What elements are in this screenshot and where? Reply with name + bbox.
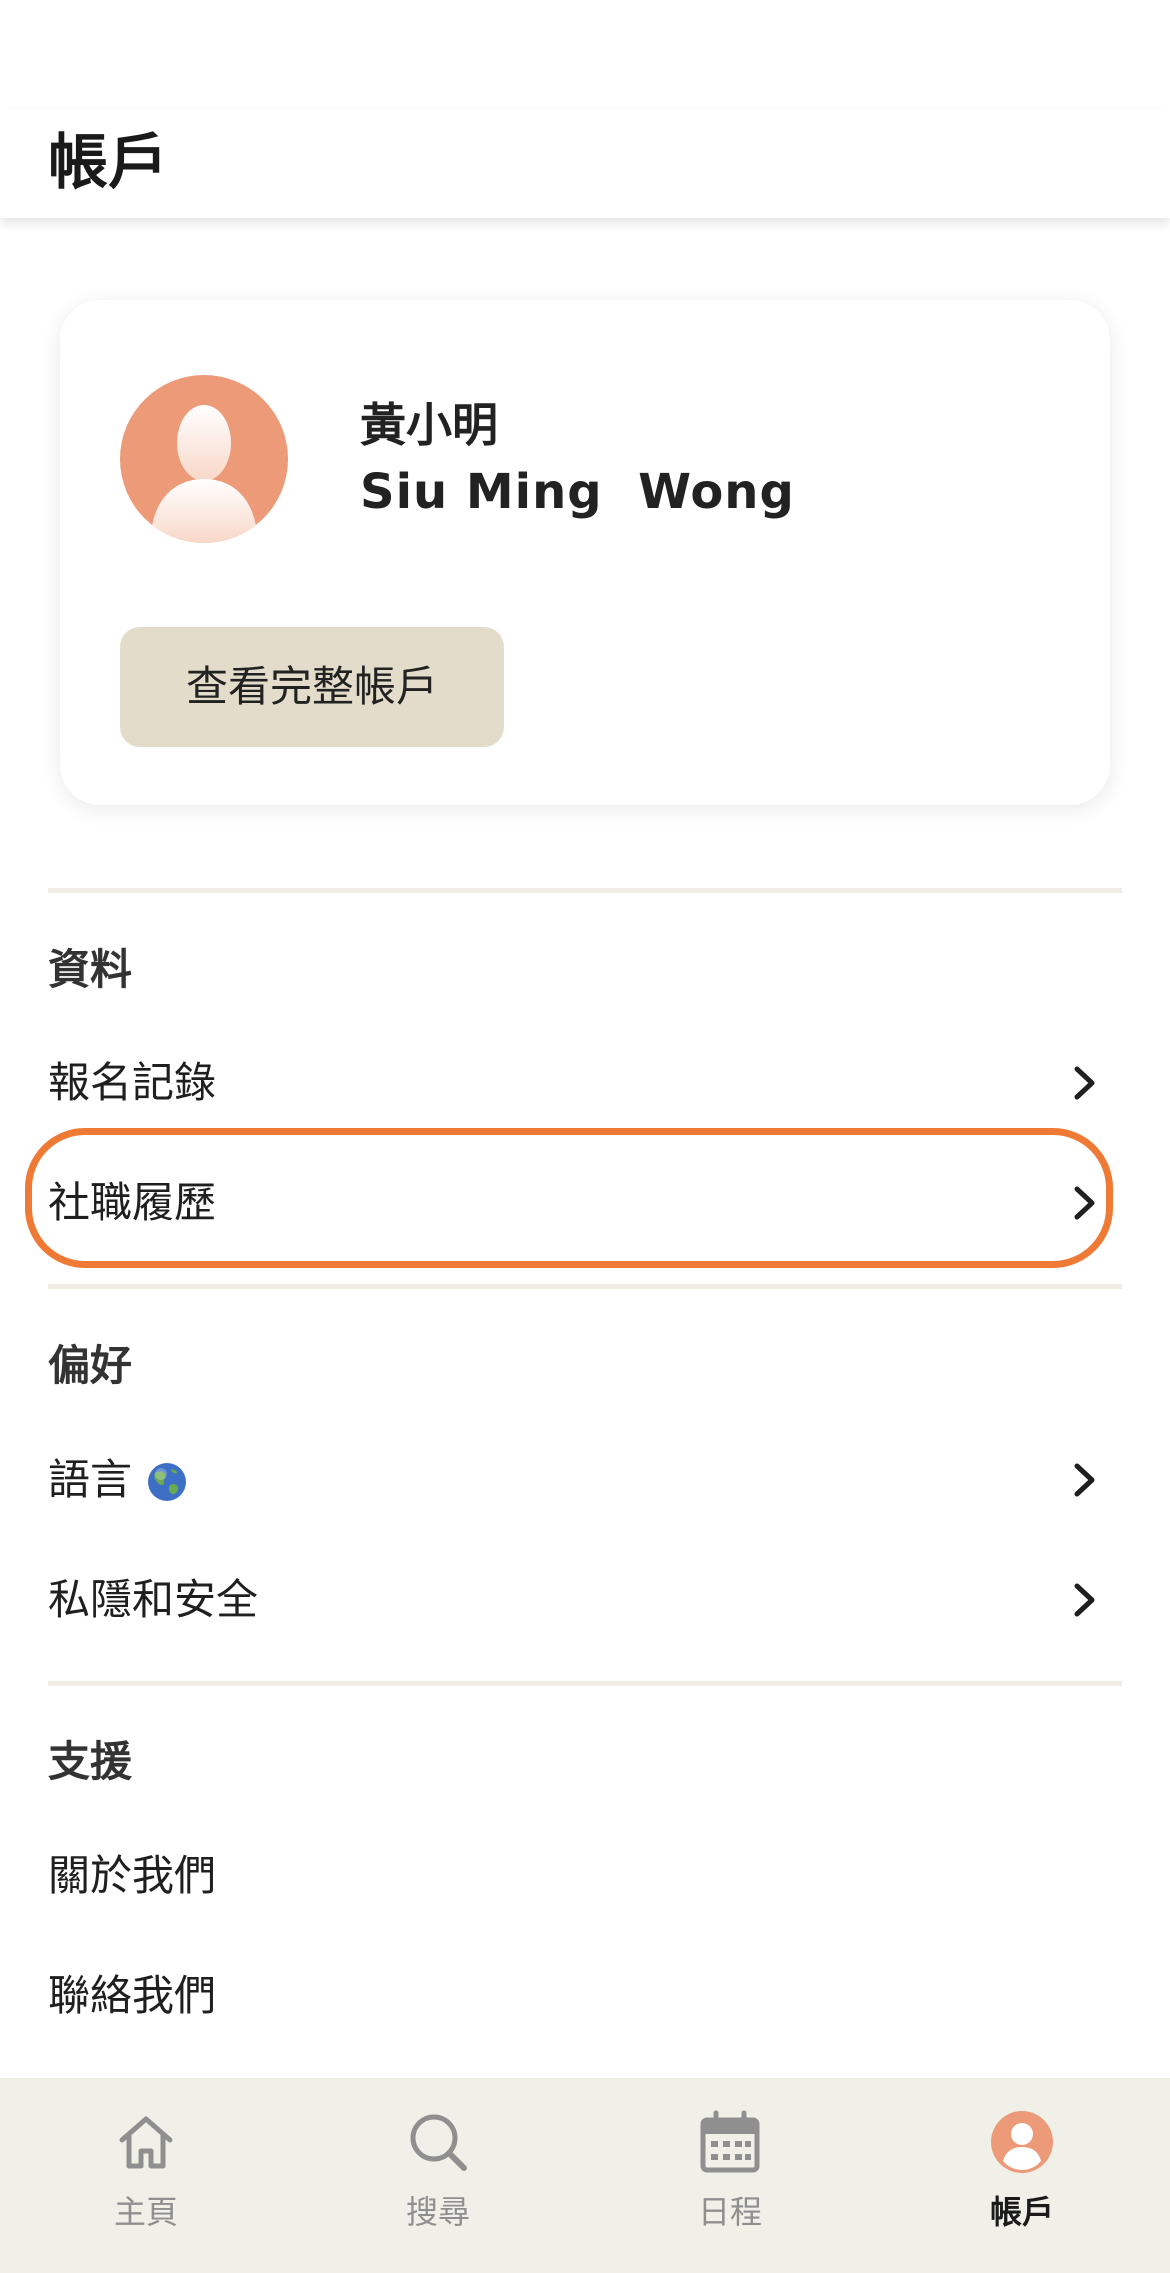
calendar-icon [698, 2110, 762, 2174]
chevron-right-icon [1064, 1460, 1104, 1500]
user-silhouette-icon [150, 405, 258, 543]
menu-item-registration-records[interactable]: 報名記錄 [48, 1033, 1122, 1133]
nav-tab-label: 日程 [697, 2193, 762, 2231]
nav-tab-home[interactable]: 主頁 [0, 2078, 292, 2273]
nav-tab-label: 搜尋 [405, 2193, 470, 2231]
menu-item-label: 報名記錄 [48, 1058, 217, 1107]
chevron-right-icon [1064, 1183, 1104, 1223]
nav-tab-search[interactable]: 搜尋 [292, 2078, 584, 2273]
menu-item-label-wrap: 語言 [48, 1450, 188, 1510]
search-icon [406, 2110, 470, 2174]
chevron-right-icon [1064, 1063, 1104, 1103]
home-icon [114, 2110, 178, 2174]
view-full-account-button[interactable]: 查看完整帳戶 [120, 627, 504, 747]
chevron-right-icon [1064, 1580, 1104, 1620]
status-bar-area [0, 0, 1170, 110]
menu-item-label: 語言 [48, 1455, 133, 1504]
menu-item-label: 聯絡我們 [48, 1971, 217, 2020]
nav-tab-account[interactable]: 帳戶 [876, 2078, 1168, 2273]
section-title-support: 支援 [48, 1737, 133, 1786]
menu-item-privacy-security[interactable]: 私隱和安全 [48, 1550, 1122, 1650]
menu-item-label: 私隱和安全 [48, 1575, 259, 1624]
nav-tab-label: 主頁 [113, 2193, 178, 2231]
page-title: 帳戶 [48, 128, 168, 198]
bottom-nav-bar: 主頁 搜尋 日程 帳戶 [0, 2078, 1170, 2273]
section-divider [48, 1681, 1122, 1686]
menu-item-label: 社職履歷 [48, 1178, 217, 1227]
menu-item-contact-us[interactable]: 聯絡我們 [48, 1946, 1122, 2046]
section-title-preferences: 偏好 [48, 1341, 133, 1390]
nav-tab-label: 帳戶 [989, 2193, 1054, 2231]
menu-item-social-work-resume[interactable]: 社職履歷 [48, 1153, 1122, 1253]
menu-item-about-us[interactable]: 關於我們 [48, 1826, 1122, 1926]
nav-tab-schedule[interactable]: 日程 [584, 2078, 876, 2273]
menu-item-label: 關於我們 [48, 1851, 217, 1900]
profile-card: 黃小明 Siu Ming Wong 查看完整帳戶 [60, 300, 1110, 805]
section-divider [48, 888, 1122, 893]
avatar[interactable] [120, 375, 288, 543]
account-icon [990, 2110, 1054, 2174]
app-header: 帳戶 [0, 110, 1170, 218]
section-divider [48, 1284, 1122, 1289]
section-title-info: 資料 [48, 945, 133, 994]
user-name-chinese: 黃小明 [360, 398, 498, 452]
account-page: 帳戶 黃小明 Siu Ming Wong 查看完整帳戶 資料 報名記錄 社職履歷… [0, 0, 1170, 2273]
user-name-english: Siu Ming Wong [360, 464, 795, 520]
menu-item-language[interactable]: 語言 [48, 1430, 1122, 1530]
globe-icon [146, 1459, 188, 1501]
